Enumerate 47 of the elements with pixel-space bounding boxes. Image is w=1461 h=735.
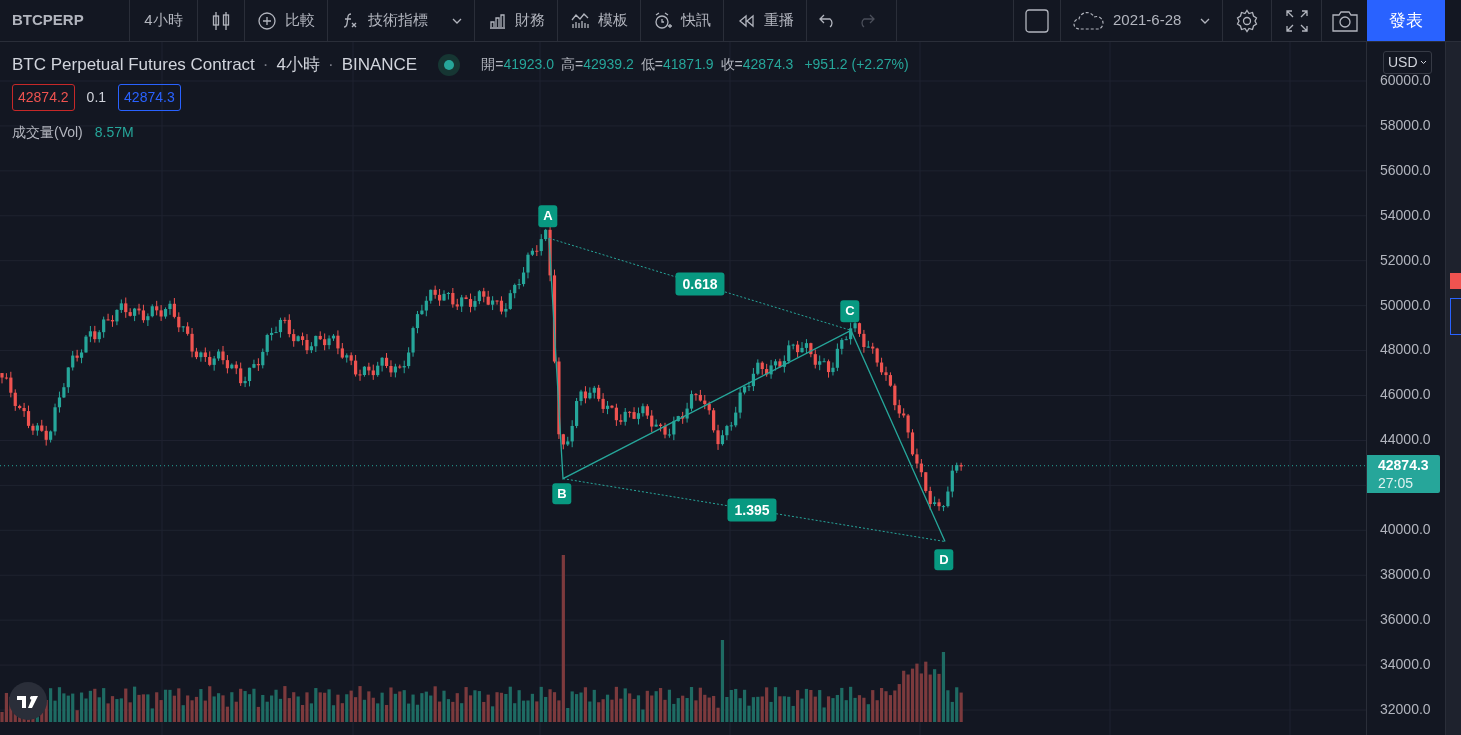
price-tick: 50000.0: [1380, 295, 1431, 315]
price-tick: 58000.0: [1380, 115, 1431, 135]
price-change: +951.2 (+2.27%): [804, 55, 909, 75]
price-tick: 44000.0: [1380, 430, 1431, 450]
price-tick: 48000.0: [1380, 340, 1431, 360]
price-tick: 54000.0: [1380, 205, 1431, 225]
price-tick: 34000.0: [1380, 654, 1431, 674]
toolbar-button[interactable]: 模板: [558, 0, 641, 41]
exchange-label: BINANCE: [341, 54, 418, 76]
price-tick: 32000.0: [1380, 699, 1431, 719]
price-tick: 52000.0: [1380, 250, 1431, 270]
toolbar-button[interactable]: 財務: [475, 0, 558, 41]
price-tick: 36000.0: [1380, 610, 1431, 629]
pattern-point-label: C: [840, 300, 860, 323]
interval-label: 4小時: [276, 54, 320, 76]
price-tick: 56000.0: [1380, 160, 1431, 180]
ohlc-value: 低=41871.9: [640, 55, 714, 75]
cloud-save-button[interactable]: 2021-6-28: [1061, 0, 1223, 41]
ohlc-value: 開=41923.0: [481, 55, 554, 75]
symbol-search[interactable]: BTCPERP: [0, 0, 130, 41]
separator-dot: ·: [262, 54, 269, 76]
price-tick: 40000.0: [1380, 520, 1431, 540]
volume-label: 成交量(Vol): [12, 123, 83, 142]
volume-value: 8.57M: [94, 123, 134, 142]
ohlc-value: 高=42939.2: [561, 55, 634, 75]
toolbar-button[interactable]: 快訊: [641, 0, 724, 41]
pattern-point-label: D: [934, 548, 954, 571]
sell-price-button[interactable]: 42874.2: [12, 84, 75, 111]
ohlc-value: 收=42874.3: [720, 55, 794, 75]
ratio-label: 0.618: [675, 272, 725, 296]
price-tick: 46000.0: [1380, 385, 1431, 405]
buy-price-button[interactable]: 42874.3: [118, 84, 181, 111]
symbol-title: BTC Perpetual Futures Contract: [12, 54, 255, 76]
countdown: 27:05: [1378, 473, 1415, 492]
spread-value: 0.1: [85, 88, 108, 107]
price-tick: 38000.0: [1380, 565, 1431, 585]
pattern-point-label: A: [538, 205, 558, 227]
last-price: 42874.3: [1378, 455, 1430, 474]
toolbar-button[interactable]: 技術指標: [328, 0, 475, 41]
publish-button[interactable]: 發表: [1367, 0, 1445, 41]
pattern-point-label: B: [552, 482, 572, 505]
interval-button[interactable]: 4小時: [130, 0, 198, 41]
currency-button[interactable]: USD: [1383, 51, 1432, 74]
toolbar-button[interactable]: 比較: [245, 0, 328, 41]
ratio-label: 1.395: [727, 498, 777, 522]
separator-dot: ·: [327, 54, 334, 76]
toolbar-button[interactable]: 重播: [724, 0, 807, 41]
